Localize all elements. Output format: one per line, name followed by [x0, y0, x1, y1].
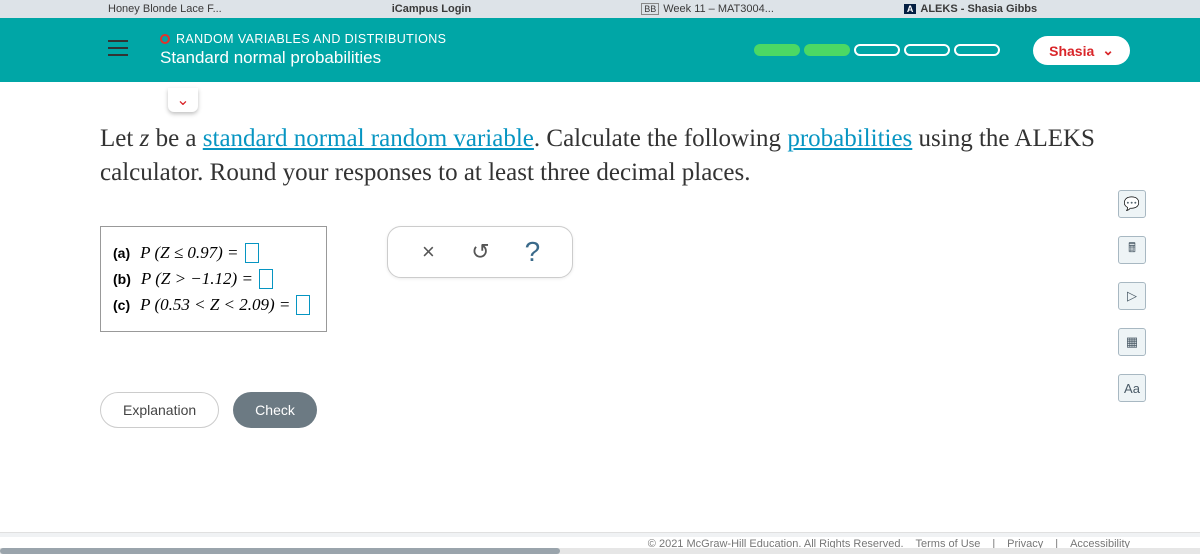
- progress-seg: [854, 44, 900, 56]
- part-b: (b) P (Z > −1.12) =: [113, 269, 310, 289]
- expression: P (Z ≤ 0.97) =: [140, 243, 238, 263]
- answer-input-c[interactable]: [296, 295, 310, 315]
- play-icon: ▷: [1127, 288, 1137, 304]
- var-z: z: [140, 125, 150, 152]
- chevron-down-icon: ⌄: [1102, 42, 1114, 59]
- part-label: (a): [113, 245, 130, 261]
- part-c: (c) P (0.53 < Z < 2.09) =: [113, 295, 310, 315]
- expression: P (Z > −1.12) =: [141, 269, 253, 289]
- browser-tab-3[interactable]: BB Week 11 – MAT3004...: [631, 3, 784, 15]
- tab-label: Honey Blonde Lace F...: [108, 3, 222, 15]
- browser-tab-strip: Honey Blonde Lace F... iCampus Login BB W…: [0, 0, 1200, 18]
- calculator-icon: 🖩: [1128, 239, 1136, 261]
- video-button[interactable]: ▷: [1118, 282, 1146, 310]
- menu-icon[interactable]: [108, 40, 128, 56]
- work-area: (a) P (Z ≤ 0.97) = (b) P (Z > −1.12) = (…: [100, 226, 1100, 332]
- part-a: (a) P (Z ≤ 0.97) =: [113, 243, 310, 263]
- tool-palette: × ↺ ?: [387, 226, 573, 278]
- link-standard-normal[interactable]: standard normal random variable: [203, 125, 534, 152]
- undo-icon: ↺: [471, 239, 489, 265]
- status-dot-icon: [160, 34, 170, 44]
- browser-tab-4[interactable]: AALEKS - Shasia Gibbs: [894, 3, 1047, 15]
- part-label: (b): [113, 271, 131, 287]
- app-header: RANDOM VARIABLES AND DISTRIBUTIONS Stand…: [0, 18, 1200, 82]
- x-icon: ×: [422, 239, 435, 265]
- reset-button[interactable]: ↺: [454, 233, 506, 271]
- text: Let: [100, 125, 140, 152]
- progress-seg: [954, 44, 1000, 56]
- font-button[interactable]: Aa: [1118, 374, 1146, 402]
- content-area: Let z be a standard normal random variab…: [0, 82, 1200, 342]
- answer-input-a[interactable]: [245, 243, 259, 263]
- link-probabilities[interactable]: probabilities: [787, 125, 912, 152]
- progress-bar: [754, 44, 1000, 56]
- aleks-icon: A: [904, 4, 917, 14]
- scrollbar-thumb[interactable]: [0, 548, 560, 554]
- answer-box: (a) P (Z ≤ 0.97) = (b) P (Z > −1.12) = (…: [100, 226, 327, 332]
- grid-icon: ▦: [1126, 334, 1138, 350]
- text: . Calculate the following: [534, 125, 787, 152]
- user-menu[interactable]: Shasia ⌄: [1033, 36, 1130, 65]
- grid-button[interactable]: ▦: [1118, 328, 1146, 356]
- progress-seg: [754, 44, 800, 56]
- help-button[interactable]: ?: [506, 233, 558, 271]
- right-rail: 💬 🖩 ▷ ▦ Aa: [1118, 190, 1146, 402]
- tab-label: ALEKS - Shasia Gibbs: [920, 3, 1037, 15]
- question-icon: ?: [525, 236, 541, 268]
- browser-tab-2[interactable]: iCampus Login: [382, 3, 481, 15]
- bb-icon: BB: [641, 3, 659, 15]
- user-name: Shasia: [1049, 43, 1094, 59]
- question-prompt: Let z be a standard normal random variab…: [100, 122, 1100, 190]
- action-buttons: Explanation Check: [100, 392, 1200, 428]
- browser-tab-1[interactable]: Honey Blonde Lace F...: [98, 3, 232, 15]
- chevron-down-icon: ⌄: [176, 90, 189, 110]
- chat-button[interactable]: 💬: [1118, 190, 1146, 218]
- header-titles: RANDOM VARIABLES AND DISTRIBUTIONS Stand…: [160, 32, 446, 68]
- part-label: (c): [113, 297, 130, 313]
- expression: P (0.53 < Z < 2.09) =: [140, 295, 290, 315]
- chat-icon: 💬: [1124, 196, 1140, 212]
- progress-seg: [804, 44, 850, 56]
- section-label: RANDOM VARIABLES AND DISTRIBUTIONS: [176, 32, 446, 46]
- horizontal-scrollbar[interactable]: [0, 548, 1200, 554]
- calculator-button[interactable]: 🖩: [1118, 236, 1146, 264]
- clear-button[interactable]: ×: [402, 233, 454, 271]
- tab-label: iCampus Login: [392, 3, 471, 15]
- expand-toggle[interactable]: ⌄: [168, 88, 198, 112]
- topic-title: Standard normal probabilities: [160, 48, 446, 68]
- tab-label: Week 11 – MAT3004...: [663, 3, 774, 15]
- text: be a: [149, 125, 202, 152]
- answer-input-b[interactable]: [259, 269, 273, 289]
- progress-seg: [904, 44, 950, 56]
- check-button[interactable]: Check: [233, 392, 317, 428]
- explanation-button[interactable]: Explanation: [100, 392, 219, 428]
- font-icon: Aa: [1124, 381, 1140, 396]
